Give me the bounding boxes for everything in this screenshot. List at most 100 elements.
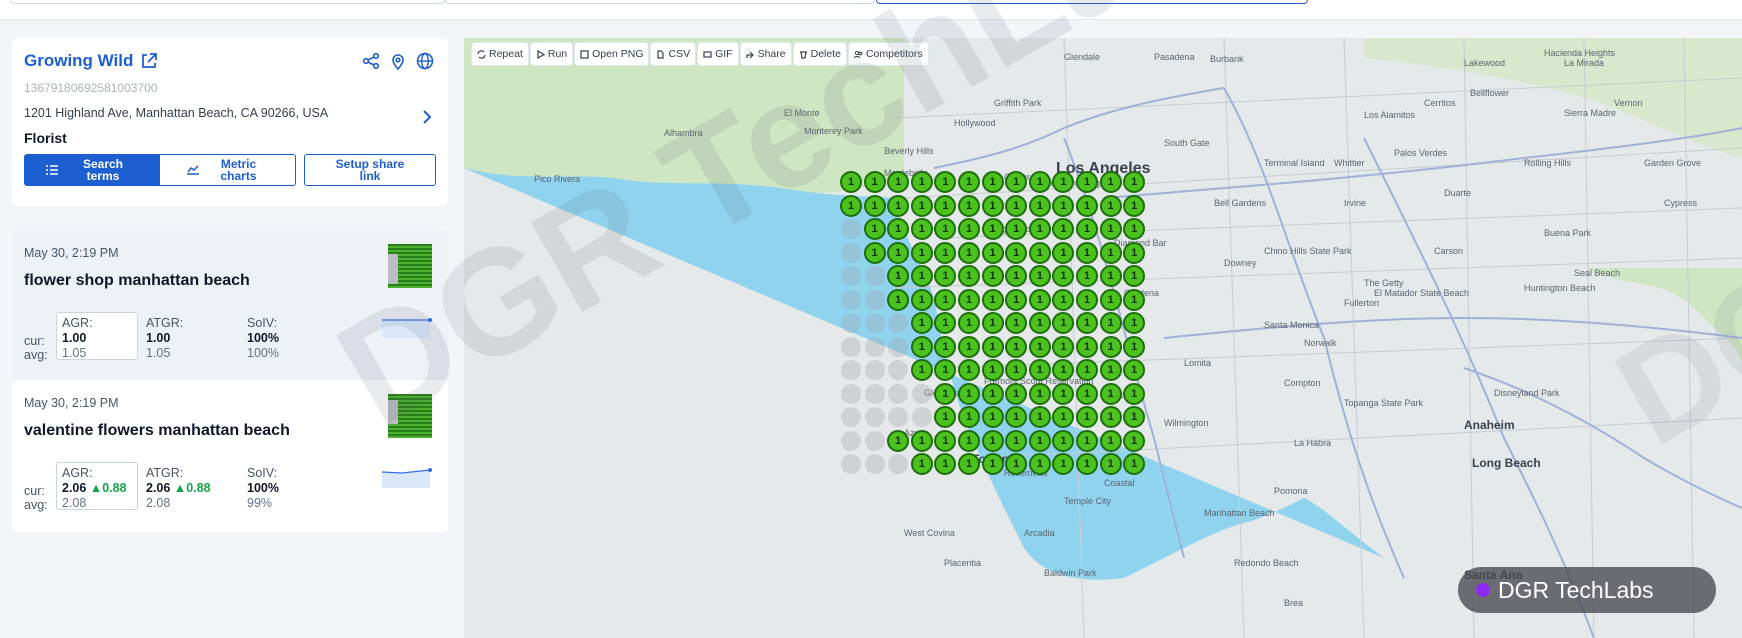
rank-pin[interactable]: 1 xyxy=(1076,382,1098,405)
rank-pin[interactable]: 1 xyxy=(1123,241,1146,264)
rank-pin[interactable]: 1 xyxy=(887,429,910,452)
rank-pin[interactable]: 1 xyxy=(1052,194,1075,217)
rank-pin[interactable]: 1 xyxy=(958,382,980,405)
rank-pin[interactable]: 1 xyxy=(934,241,957,264)
rank-pin[interactable]: 1 xyxy=(1028,194,1051,217)
heatmap-thumbnail[interactable] xyxy=(388,394,432,438)
rank-pin[interactable]: 1 xyxy=(1123,288,1146,311)
rank-pin[interactable]: 1 xyxy=(981,171,1004,193)
rank-pin[interactable]: 1 xyxy=(910,429,933,452)
rank-pin[interactable]: 1 xyxy=(934,194,957,217)
rank-pin[interactable]: 1 xyxy=(863,218,886,240)
rank-pin[interactable]: 1 xyxy=(1076,406,1098,428)
heatmap-thumbnail[interactable] xyxy=(388,244,432,288)
rank-pin[interactable]: 1 xyxy=(1099,218,1122,240)
rank-pin[interactable]: 1 xyxy=(887,241,910,264)
rank-pin[interactable]: 1 xyxy=(1099,194,1122,217)
rank-pin[interactable]: 1 xyxy=(958,194,980,217)
rank-pin[interactable]: 1 xyxy=(910,359,933,381)
rank-pin[interactable]: 1 xyxy=(934,382,957,405)
rank-pin[interactable]: 1 xyxy=(910,218,933,240)
rank-pin[interactable]: 1 xyxy=(1076,288,1098,311)
rank-pin[interactable]: 1 xyxy=(1076,335,1098,358)
location-pin-icon[interactable] xyxy=(389,52,407,70)
rank-pin[interactable]: 1 xyxy=(1123,429,1146,452)
rank-pin[interactable]: 1 xyxy=(1123,382,1146,405)
rank-pin[interactable]: 1 xyxy=(1005,194,1028,217)
rank-pin[interactable]: 1 xyxy=(1005,335,1028,358)
top-input-middle[interactable] xyxy=(445,0,875,4)
rank-pin[interactable]: 1 xyxy=(840,194,862,217)
share-button[interactable]: Share xyxy=(740,43,791,65)
rank-pin[interactable]: 1 xyxy=(981,382,1004,405)
keyword-card[interactable]: May 30, 2:19 PM flower shop manhattan be… xyxy=(12,230,448,382)
rank-pin[interactable]: 1 xyxy=(1076,312,1098,334)
rank-pin[interactable]: 1 xyxy=(958,429,980,452)
rank-pin[interactable]: 1 xyxy=(1028,288,1051,311)
rank-pin[interactable]: 1 xyxy=(887,194,910,217)
rank-pin[interactable]: 1 xyxy=(981,241,1004,264)
rank-pin[interactable]: 1 xyxy=(1076,453,1098,475)
rank-pin[interactable]: 1 xyxy=(981,312,1004,334)
rank-pin[interactable]: 1 xyxy=(1099,335,1122,358)
rank-pin[interactable]: 1 xyxy=(934,429,957,452)
rank-pin[interactable]: 1 xyxy=(1028,171,1051,193)
rank-pin[interactable]: 1 xyxy=(1099,429,1122,452)
rank-pin[interactable]: 1 xyxy=(1123,335,1146,358)
rank-pin[interactable]: 1 xyxy=(1076,194,1098,217)
rank-pin[interactable]: 1 xyxy=(981,453,1004,475)
rank-pin[interactable]: 1 xyxy=(958,312,980,334)
rank-pin[interactable]: 1 xyxy=(981,194,1004,217)
rank-pin[interactable]: 1 xyxy=(1052,335,1075,358)
rank-pin[interactable]: 1 xyxy=(1099,382,1122,405)
rank-pin[interactable]: 1 xyxy=(1005,382,1028,405)
rank-pin[interactable]: 1 xyxy=(1028,265,1051,287)
rank-pin[interactable]: 1 xyxy=(958,335,980,358)
rank-pin[interactable]: 1 xyxy=(910,312,933,334)
rank-pin[interactable]: 1 xyxy=(910,288,933,311)
run-button[interactable]: Run xyxy=(530,43,573,65)
rank-pin[interactable]: 1 xyxy=(1028,453,1051,475)
rank-pin[interactable]: 1 xyxy=(1076,171,1098,193)
rank-pin[interactable]: 1 xyxy=(958,265,980,287)
rank-pin[interactable]: 1 xyxy=(1028,382,1051,405)
rank-pin[interactable]: 1 xyxy=(1076,241,1098,264)
rank-pin[interactable]: 1 xyxy=(1028,335,1051,358)
rank-pin[interactable]: 1 xyxy=(1076,359,1098,381)
rank-pin[interactable]: 1 xyxy=(1076,265,1098,287)
open-png-button[interactable]: Open PNG xyxy=(575,43,649,65)
chevron-right-icon[interactable] xyxy=(420,108,434,126)
rank-pin[interactable]: 1 xyxy=(981,429,1004,452)
share-nodes-icon[interactable] xyxy=(362,52,380,70)
keyword-term[interactable]: flower shop manhattan beach xyxy=(24,272,250,290)
rank-pin[interactable]: 1 xyxy=(1099,171,1122,193)
rank-pin[interactable]: 1 xyxy=(1099,265,1122,287)
rank-pin[interactable]: 1 xyxy=(958,288,980,311)
rank-pin[interactable]: 1 xyxy=(1005,288,1028,311)
globe-icon[interactable] xyxy=(416,52,434,70)
rank-pin[interactable]: 1 xyxy=(910,241,933,264)
delete-button[interactable]: Delete xyxy=(793,43,846,65)
competitors-button[interactable]: Competitors xyxy=(848,43,928,65)
rank-pin[interactable]: 1 xyxy=(1028,312,1051,334)
keyword-term[interactable]: valentine flowers manhattan beach xyxy=(24,422,290,440)
rank-pin[interactable]: 1 xyxy=(1076,429,1098,452)
gif-button[interactable]: GIF xyxy=(698,43,738,65)
rank-pin[interactable]: 1 xyxy=(1052,382,1075,405)
rank-pin[interactable]: 1 xyxy=(1099,288,1122,311)
rank-pin[interactable]: 1 xyxy=(958,359,980,381)
rank-pin[interactable]: 1 xyxy=(1005,429,1028,452)
rank-pin[interactable]: 1 xyxy=(1099,453,1122,475)
rank-pin[interactable]: 1 xyxy=(910,453,933,475)
rank-pin[interactable]: 1 xyxy=(1052,241,1075,264)
rank-pin[interactable]: 1 xyxy=(910,194,933,217)
top-input-left[interactable] xyxy=(10,0,445,4)
rank-pin[interactable]: 1 xyxy=(934,335,957,358)
rank-pin[interactable]: 1 xyxy=(1028,241,1051,264)
metric-charts-button[interactable]: Metric charts xyxy=(160,154,296,186)
rank-pin[interactable]: 1 xyxy=(981,406,1004,428)
external-link-icon[interactable] xyxy=(139,51,159,71)
rank-pin[interactable]: 1 xyxy=(1099,359,1122,381)
rank-pin[interactable]: 1 xyxy=(1123,194,1146,217)
rank-pin[interactable]: 1 xyxy=(1028,218,1051,240)
